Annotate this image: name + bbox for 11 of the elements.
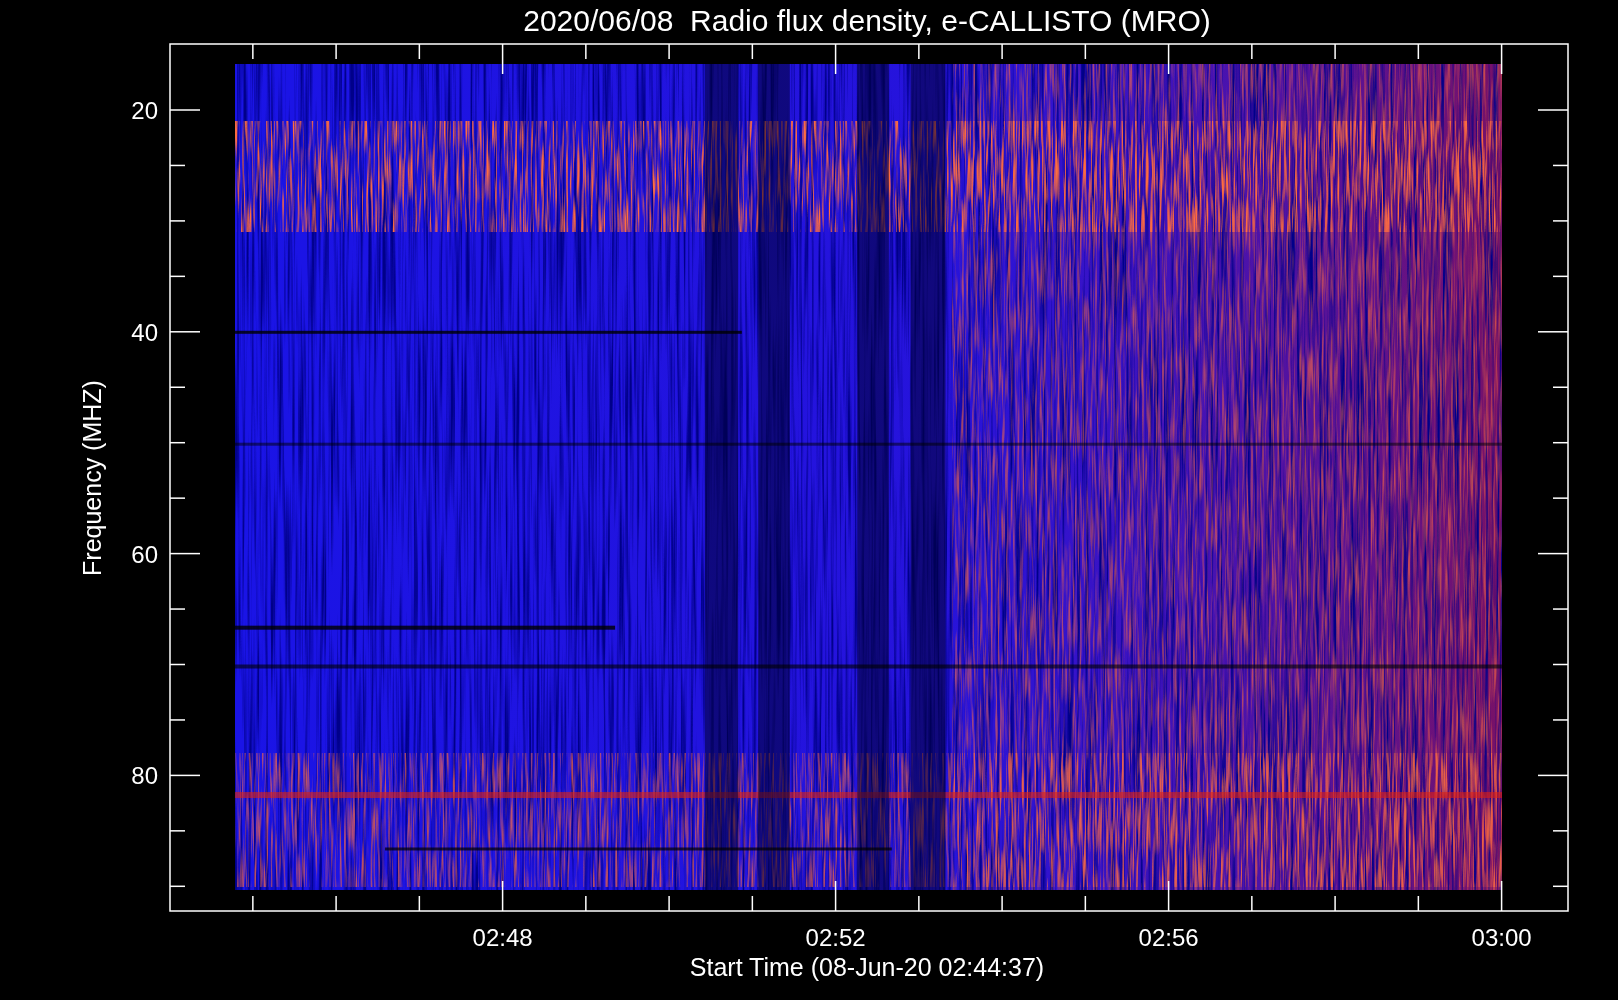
y-tick-label: 60 [131,540,158,568]
y-tick-label: 80 [131,762,158,790]
chart-title: 2020/06/08 Radio flux density, e-CALLISTO (MRO) [523,4,1211,37]
x-tick-label: 02:48 [472,924,533,951]
x-axis-label: Start Time (08-Jun-20 02:44:37) [689,953,1045,981]
x-tick-label: 03:00 [1471,924,1532,951]
y-axis-label: Frequency (MHZ) [78,380,106,576]
x-tick-label: 02:56 [1138,924,1199,951]
y-tick-label: 40 [131,318,158,346]
y-tick-label: 20 [131,97,158,124]
x-tick-label: 02:52 [805,924,866,951]
